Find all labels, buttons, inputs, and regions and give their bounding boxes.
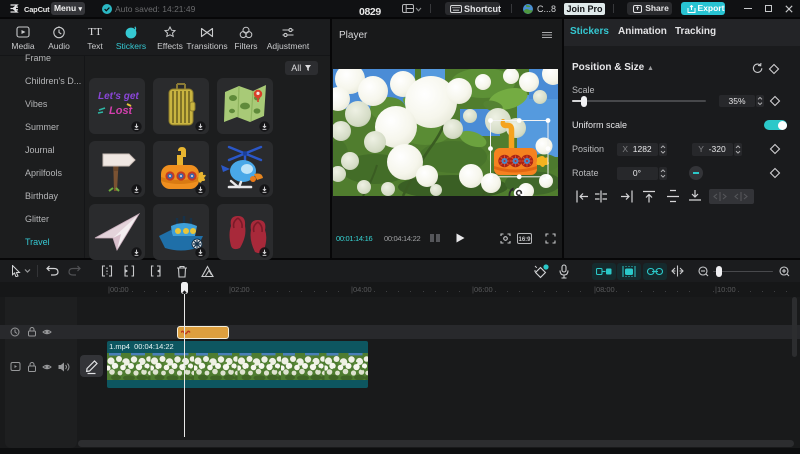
svg-text:Lost: Lost xyxy=(109,105,134,117)
svg-text:Let's get: Let's get xyxy=(98,91,139,102)
svg-text:16:9: 16:9 xyxy=(518,237,531,243)
